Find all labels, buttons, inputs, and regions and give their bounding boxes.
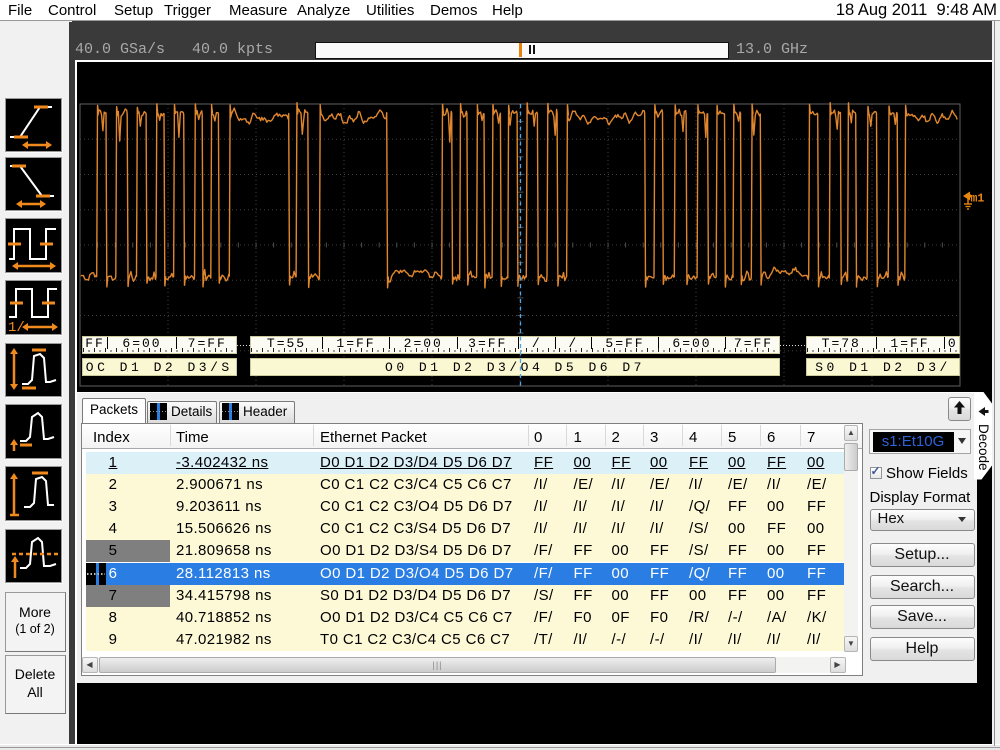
svg-text:Decode: Decode xyxy=(976,424,991,471)
